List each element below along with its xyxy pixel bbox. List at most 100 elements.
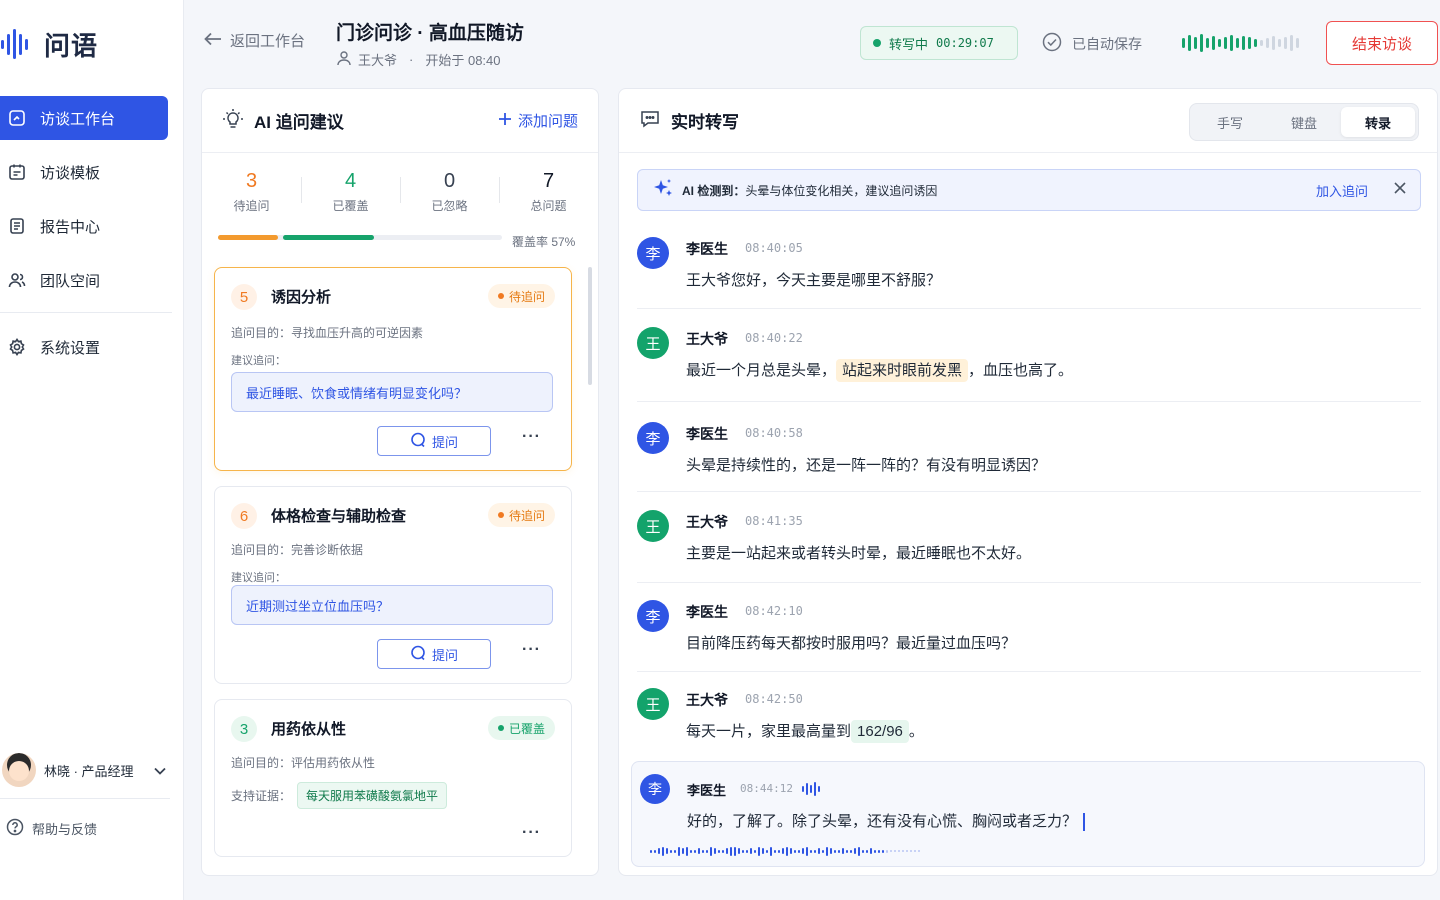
stat-value: 3 — [245, 170, 258, 192]
user-name: 林晓 · 产品经理 — [44, 763, 134, 779]
wave-bar — [866, 849, 868, 853]
panel-title: 实时转写 — [671, 113, 739, 132]
wave-bar — [710, 846, 712, 856]
wave-bar — [662, 846, 664, 856]
message-time: 08:40:58 — [745, 426, 803, 440]
wave-bar — [854, 848, 856, 854]
wave-bar — [698, 848, 700, 854]
message-text: 主要是一站起来或者转头时晕，最近睡眠也不太好。 — [686, 545, 1032, 562]
end-interview-button[interactable]: 结束访谈 — [1326, 21, 1438, 65]
sidebar-item-reports[interactable]: 报告中心 — [0, 204, 168, 248]
progress-pending — [218, 235, 278, 240]
level-bar — [1290, 35, 1293, 51]
back-label: 返回工作台 — [230, 33, 306, 50]
suggested-question[interactable]: 近期测过坐立位血压吗？ — [231, 585, 553, 625]
message-icon — [639, 108, 661, 133]
ai-suggestions-panel: AI 追问建议 添加问题 3 待追问 4 已覆盖 0 已忽略 7 总问题 覆盖率… — [201, 88, 599, 876]
wave-bar — [726, 848, 728, 854]
wave-bar — [774, 849, 776, 853]
ask-button[interactable]: 提问 — [377, 639, 491, 669]
speaker-name: 李医生 — [686, 604, 728, 620]
level-bar — [1254, 39, 1257, 47]
tab-keyboard[interactable]: 键盘 — [1267, 107, 1341, 137]
divider — [637, 582, 1421, 583]
wave-bar — [910, 850, 912, 852]
wave-bar — [734, 846, 736, 856]
ask-label: 提问 — [431, 647, 458, 663]
wave-bar — [738, 848, 740, 854]
more-options-icon[interactable]: ··· — [522, 428, 541, 446]
speaker-name: 李医生 — [686, 241, 728, 257]
close-icon[interactable] — [1394, 181, 1406, 199]
wave-bar — [762, 848, 764, 854]
highlighted-symptom[interactable]: 站起来时眼前发黑 — [836, 359, 969, 382]
app-logo[interactable]: 问语 — [0, 24, 98, 64]
question-card[interactable]: 3 用药依从性 已覆盖 追问目的：评估用药依从性 支持证据： 每天服用苯磺酸氨氯地… — [214, 699, 572, 857]
patient-name: 王大爷 — [358, 53, 398, 68]
start-time: 开始于 08:40 — [425, 53, 501, 68]
transcript-panel: 实时转写 手写 键盘 转录 AI 检测到： 头晕与体位变化相关，建议追问诱因 加… — [618, 88, 1438, 876]
sparkle-icon — [652, 178, 674, 203]
wave-bar — [730, 846, 732, 856]
live-text: 好的，了解了。除了头晕，还有没有心慌、胸闷或者乏力？ — [687, 813, 1078, 830]
audio-level-meter — [1182, 32, 1299, 54]
coverage-progress-bar — [218, 235, 502, 240]
text-segment: ，血压也高了。 — [968, 362, 1074, 379]
back-button[interactable]: 返回工作台 — [204, 30, 305, 51]
wave-bar — [746, 849, 748, 853]
wave-bar — [918, 850, 920, 852]
wave-bar — [826, 846, 828, 856]
wave-bar — [682, 848, 684, 854]
sidebar-item-settings[interactable]: 系统设置 — [0, 325, 168, 369]
sidebar-item-label: 系统设置 — [40, 339, 101, 357]
wave-bar — [670, 849, 672, 853]
help-icon — [6, 818, 24, 839]
wave-bar — [782, 848, 784, 854]
help-link[interactable]: 帮助与反馈 — [6, 818, 97, 839]
highlighted-reading[interactable]: 162/96 — [851, 720, 909, 743]
stat-total[interactable]: 7 总问题 — [499, 167, 598, 214]
speaking-wave-icon — [802, 782, 820, 799]
speaker-avatar: 王 — [637, 510, 669, 542]
sidebar-item-templates[interactable]: 访谈模板 — [0, 150, 168, 194]
badge-label: 已覆盖 — [508, 721, 545, 736]
status-label: 转写中 — [889, 36, 929, 52]
tab-transcribe[interactable]: 转录 — [1341, 107, 1415, 137]
stat-ignored[interactable]: 0 已忽略 — [400, 167, 499, 214]
stat-pending[interactable]: 3 待追问 — [202, 167, 301, 214]
wave-bar — [902, 850, 904, 852]
more-options-icon[interactable]: ··· — [522, 824, 541, 842]
wave-bar — [814, 849, 816, 853]
chat-bubble-icon — [410, 645, 426, 664]
wave-bar — [874, 849, 876, 853]
scrollbar-thumb[interactable] — [588, 267, 592, 385]
level-bar — [1206, 38, 1209, 48]
wave-bar — [742, 849, 744, 853]
stat-covered[interactable]: 4 已覆盖 — [301, 167, 400, 214]
level-bar — [1248, 37, 1251, 49]
sidebar-item-team[interactable]: 团队空间 — [0, 258, 168, 302]
ask-label: 提问 — [431, 434, 458, 450]
divider — [637, 491, 1421, 492]
live-transcript-message[interactable]: 李 李医生 08:44:12 好的，了解了。除了头晕，还有没有心慌、胸闷或者乏力… — [631, 761, 1425, 867]
wave-bar — [786, 846, 788, 856]
question-card[interactable]: 6 体格检查与辅助检查 待追问 追问目的：完善诊断依据 建议追问： 近期测过坐立… — [214, 486, 572, 684]
tab-handwriting[interactable]: 手写 — [1193, 107, 1267, 137]
evidence-tag[interactable]: 每天服用苯磺酸氨氯地平 — [297, 782, 448, 809]
coverage-rate: 覆盖率 57% — [512, 235, 576, 249]
alert-text: 头晕与体位变化相关，建议追问诱因 — [745, 183, 938, 198]
divider — [637, 401, 1421, 402]
speaker-name: 李医生 — [687, 783, 727, 798]
question-card[interactable]: 5 诱因分析 待追问 追问目的：寻找血压升高的可逆因素 建议追问： 最近睡眠、饮… — [214, 267, 572, 471]
sidebar-item-workbench[interactable]: 访谈工作台 — [0, 96, 168, 140]
question-number: 3 — [231, 716, 257, 742]
speaker-avatar: 王 — [637, 688, 669, 720]
more-options-icon[interactable]: ··· — [522, 641, 541, 659]
ask-button[interactable]: 提问 — [377, 426, 491, 456]
lightbulb-icon — [222, 108, 244, 133]
add-to-followup-button[interactable]: 加入追问 — [1316, 181, 1368, 200]
user-menu[interactable]: 林晓 · 产品经理 — [0, 748, 184, 792]
suggested-question[interactable]: 最近睡眠、饮食或情绪有明显变化吗？ — [231, 372, 553, 412]
autosave-indicator: 已自动保存 — [1042, 32, 1142, 55]
add-question-button[interactable]: 添加问题 — [498, 110, 578, 131]
